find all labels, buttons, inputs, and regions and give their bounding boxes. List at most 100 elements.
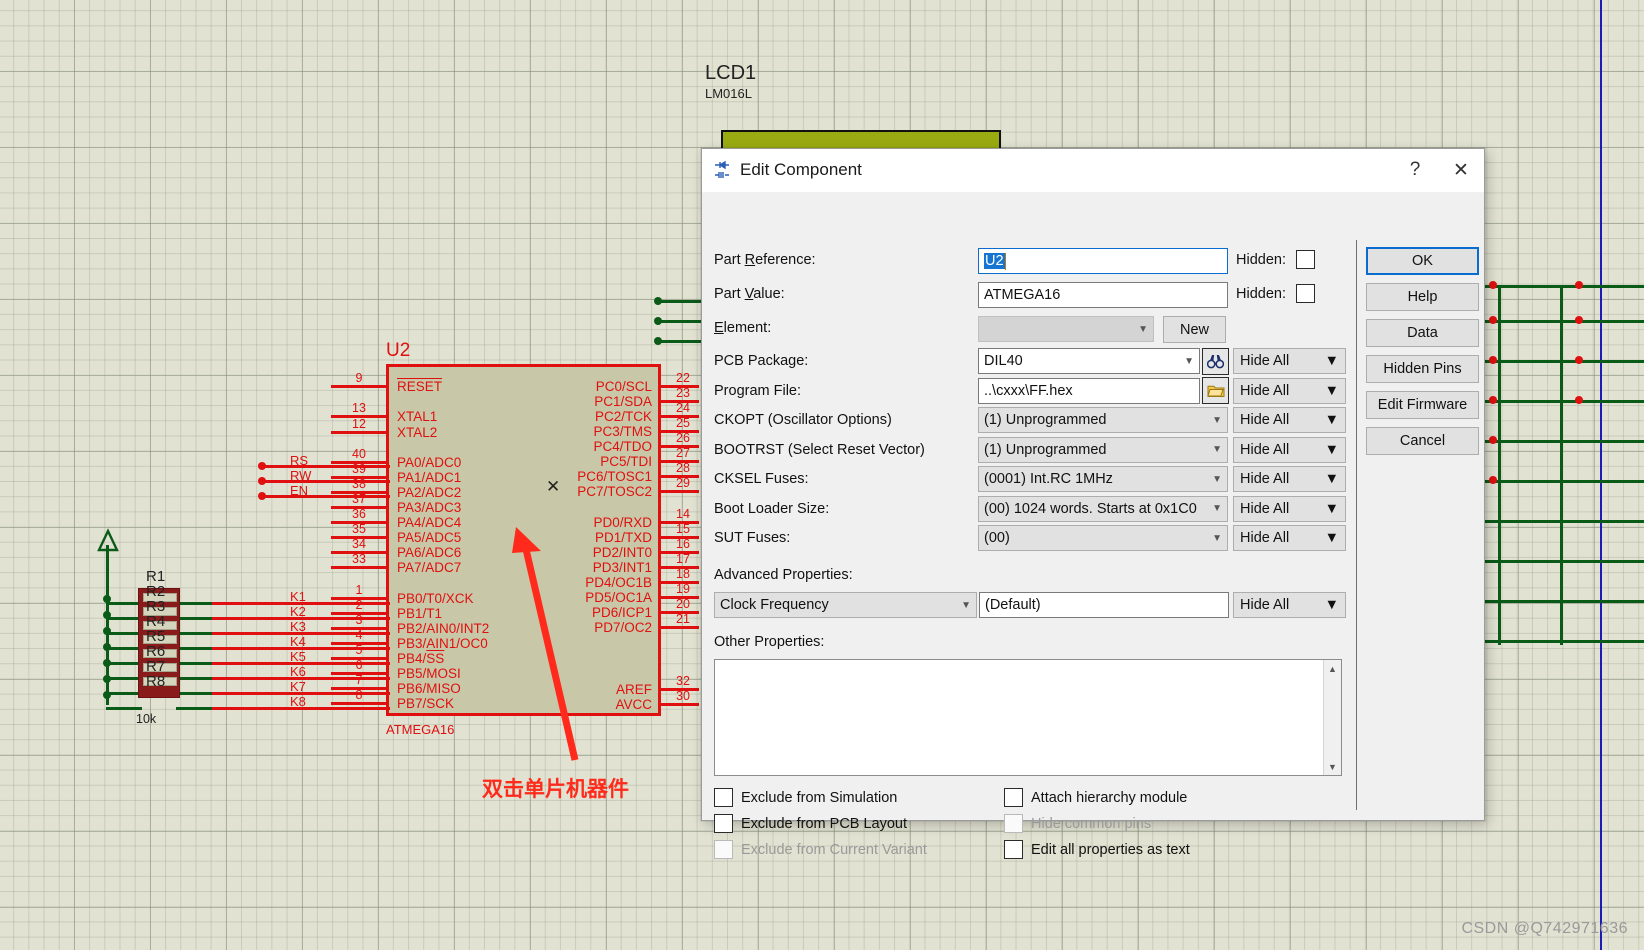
checkbox-left-1[interactable] <box>714 814 733 833</box>
checkbox-right-2[interactable] <box>1004 840 1023 859</box>
checkbox-row[interactable]: Exclude from PCB Layout <box>714 814 927 833</box>
hide-all-label: Hide All <box>1240 441 1290 458</box>
dialog-titlebar[interactable]: Edit Component ? ✕ <box>702 149 1484 192</box>
ic-pin-number-19: 19 <box>676 582 690 596</box>
ic-pin-number-3: 3 <box>355 613 363 627</box>
checkbox-row[interactable]: Exclude from Simulation <box>714 788 927 807</box>
checkbox-left-0[interactable] <box>714 788 733 807</box>
advanced-property-select[interactable]: Clock Frequency ▼ <box>714 592 977 618</box>
net-wire-gnd <box>106 617 142 620</box>
new-element-button[interactable]: New <box>1163 316 1226 343</box>
hide-all-select[interactable]: Hide All ▼ <box>1233 407 1346 433</box>
label-other-properties: Other Properties: <box>714 634 825 650</box>
advanced-property-value-input[interactable]: (Default) <box>979 592 1229 618</box>
scroll-down-icon[interactable]: ▼ <box>1324 758 1341 775</box>
hide-all-select[interactable]: Hide All ▼ <box>1233 466 1346 492</box>
hidden-value-checkbox[interactable] <box>1295 284 1315 303</box>
net-wire-gnd <box>106 707 142 710</box>
hidden-ref-checkbox[interactable] <box>1295 250 1315 269</box>
part-value-text: ATMEGA16 <box>984 287 1061 303</box>
ic-pin-right-26: PC4/TDO <box>593 439 652 454</box>
folder-open-icon[interactable] <box>1202 377 1229 404</box>
lcd-model: LM016L <box>705 86 752 101</box>
checkbox-label: Attach hierarchy module <box>1031 789 1188 806</box>
help-button[interactable]: Help <box>1366 283 1479 311</box>
field-boot-loader-size[interactable]: (00) 1024 words. Starts at 0x1C0 ▼ <box>978 495 1228 522</box>
other-properties-textarea[interactable]: ▲ ▼ <box>714 659 1342 776</box>
checkbox-right-0[interactable] <box>1004 788 1023 807</box>
hide-all-label: Hide All <box>1240 382 1290 399</box>
ic-pin-left-1: PB0/T0/XCK <box>397 591 474 606</box>
binoculars-icon[interactable] <box>1202 347 1229 375</box>
advanced-hide-all-select[interactable]: Hide All ▼ <box>1233 592 1346 618</box>
field-sut-fuses[interactable]: (00) ▼ <box>978 525 1228 551</box>
ic-pin-right-30: AVCC <box>615 697 652 712</box>
ic-pin-number-32: 32 <box>676 674 690 688</box>
net-wire-res <box>176 707 212 710</box>
scroll-up-icon[interactable]: ▲ <box>1324 660 1341 677</box>
hide-all-label: Hide All <box>1240 530 1290 546</box>
ic-pin-number-5: 5 <box>355 643 363 657</box>
net-wire <box>262 480 390 483</box>
hide-all-select[interactable]: Hide All ▼ <box>1233 377 1346 404</box>
hide-all-select[interactable]: Hide All ▼ <box>1233 525 1346 551</box>
net-wire <box>262 465 390 468</box>
element-combo[interactable]: ▼ <box>978 316 1154 342</box>
checkbox-row[interactable]: Exclude from Current Variant <box>714 840 927 859</box>
ic-pin-right-27: PC5/TDI <box>600 454 652 469</box>
net-wire-res <box>176 632 212 635</box>
checkbox-left-2 <box>714 840 733 859</box>
cancel-button[interactable]: Cancel <box>1366 427 1479 455</box>
ic-pin-number-6: 6 <box>355 658 363 672</box>
field-program-file[interactable]: ..\cxxx\FF.hex <box>978 377 1200 404</box>
ic-pin-left-3: PB2/AIN0/INT2 <box>397 621 490 636</box>
ic-body-atmega16[interactable]: RESET XTAL1 XTAL2 PA0/ADC0 PA1/ADC1 PA2/ADC2 P… <box>386 364 661 716</box>
field-cksel-fuses[interactable]: (0001) Int.RC 1MHz ▼ <box>978 466 1228 492</box>
edit-firmware-button[interactable]: Edit Firmware <box>1366 391 1479 419</box>
other-properties-scrollbar[interactable]: ▲ ▼ <box>1323 660 1341 775</box>
advanced-hide-all-label: Hide All <box>1240 597 1290 613</box>
ic-pin-left-6: PB5/MOSI <box>397 666 461 681</box>
hide-all-label: Hide All <box>1240 500 1290 517</box>
ic-pin-left-34: PA6/ADC6 <box>397 545 462 560</box>
ic-pin-number-23: 23 <box>676 386 690 400</box>
hide-all-select[interactable]: Hide All ▼ <box>1233 436 1346 463</box>
part-reference-input[interactable]: U2 <box>978 248 1228 274</box>
label-advanced-properties: Advanced Properties: <box>714 567 853 583</box>
value-text: (0001) Int.RC 1MHz <box>984 471 1113 487</box>
checkbox-row[interactable]: Hide common pins <box>1004 814 1190 833</box>
ic-pin-number-14: 14 <box>676 507 690 521</box>
label-pcb-package: PCB Package: <box>714 353 809 369</box>
checkbox-label: Exclude from PCB Layout <box>741 815 908 832</box>
ic-pin-right-32: AREF <box>615 682 652 697</box>
hidden-pins-button[interactable]: Hidden Pins <box>1366 355 1479 383</box>
watermark: CSDN @Q742971636 <box>1461 920 1628 937</box>
checkbox-label: Edit all properties as text <box>1031 841 1190 858</box>
data-button[interactable]: Data <box>1366 319 1479 347</box>
label-program-file: Program File: <box>714 382 802 399</box>
field-bootrst-select-reset-vector[interactable]: (1) Unprogrammed ▼ <box>978 436 1228 463</box>
advanced-property-value: (Default) <box>985 597 1041 613</box>
ic-pin-number-24: 24 <box>676 401 690 415</box>
help-button[interactable]: ? <box>1392 149 1438 191</box>
checkbox-row[interactable]: Edit all properties as text <box>1004 840 1190 859</box>
chevron-down-icon: ▼ <box>1212 503 1222 514</box>
part-value-input[interactable]: ATMEGA16 <box>978 282 1228 308</box>
ic-pin-number-7: 7 <box>355 673 363 687</box>
dialog-title: Edit Component <box>740 160 862 179</box>
chevron-down-icon: ▼ <box>1212 532 1222 544</box>
chevron-down-icon: ▼ <box>1212 414 1222 426</box>
ic-pin-right-22: PC0/SCL <box>595 379 652 394</box>
checkbox-label: Exclude from Simulation <box>741 789 898 806</box>
close-icon[interactable]: ✕ <box>1438 149 1484 191</box>
ok-button[interactable]: OK <box>1366 247 1479 275</box>
ic-lead-right <box>659 703 699 706</box>
value-text: DIL40 <box>984 353 1023 369</box>
ic-pin-number-27: 27 <box>676 446 690 460</box>
hide-all-select[interactable]: Hide All ▼ <box>1233 348 1346 374</box>
hide-all-select[interactable]: Hide All ▼ <box>1233 495 1346 522</box>
checkbox-row[interactable]: Attach hierarchy module <box>1004 788 1190 807</box>
field-pcb-package[interactable]: DIL40 ▼ <box>978 348 1200 374</box>
checkbox-column-left: Exclude from Simulation Exclude from PCB … <box>714 788 927 866</box>
field-ckopt-oscillator-options[interactable]: (1) Unprogrammed ▼ <box>978 407 1228 433</box>
